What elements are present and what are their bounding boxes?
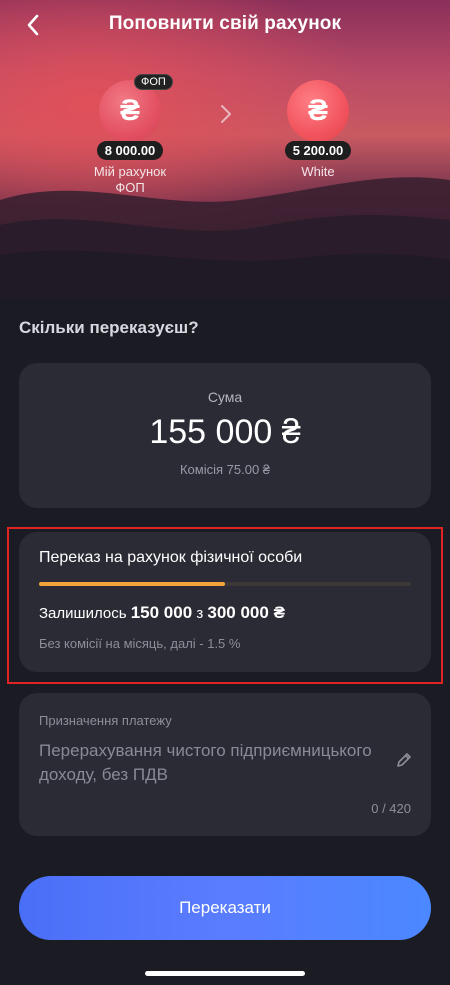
- highlight-frame: [7, 527, 443, 684]
- fop-badge: ФОП: [134, 74, 173, 90]
- amount-input-card[interactable]: Сума 155 000 ₴ Комісія 75.00 ₴: [19, 363, 431, 508]
- fee-text: Комісія 75.00 ₴: [179, 462, 271, 477]
- to-account[interactable]: ₴ 5 200.00 White: [248, 80, 388, 180]
- purpose-label: Призначення платежу: [39, 713, 172, 728]
- amount-question: Скільки переказуєш?: [19, 318, 199, 337]
- hryvnia-icon: ₴: [119, 94, 140, 127]
- chevron-right-icon: [221, 105, 231, 123]
- hero-header: Поповнити свій рахунок ₴ ФОП 8 000.00 Мі…: [0, 0, 450, 300]
- from-account[interactable]: ₴ ФОП 8 000.00 Мій рахунок ФОП: [60, 74, 200, 196]
- to-account-avatar: ₴: [287, 80, 349, 142]
- pencil-icon[interactable]: [395, 751, 413, 769]
- character-counter: 0 / 420: [371, 801, 411, 816]
- amount-value[interactable]: 155 000 ₴: [19, 413, 431, 452]
- hryvnia-icon: ₴: [307, 94, 328, 127]
- page-title: Поповнити свій рахунок: [108, 13, 342, 34]
- from-account-balance: 8 000.00: [96, 141, 164, 160]
- transfer-button[interactable]: Переказати: [19, 876, 431, 940]
- home-indicator: [145, 971, 305, 976]
- purpose-input[interactable]: Перерахування чистого підприємницького д…: [39, 739, 389, 787]
- to-account-balance: 5 200.00: [284, 141, 352, 160]
- payment-purpose-field[interactable]: Призначення платежу Перерахування чистог…: [19, 693, 431, 836]
- top-bar: Поповнити свій рахунок: [0, 0, 450, 50]
- to-account-label: White: [301, 164, 335, 179]
- from-account-label: Мій рахунок ФОП: [93, 164, 167, 195]
- amount-label: Сума: [207, 389, 243, 405]
